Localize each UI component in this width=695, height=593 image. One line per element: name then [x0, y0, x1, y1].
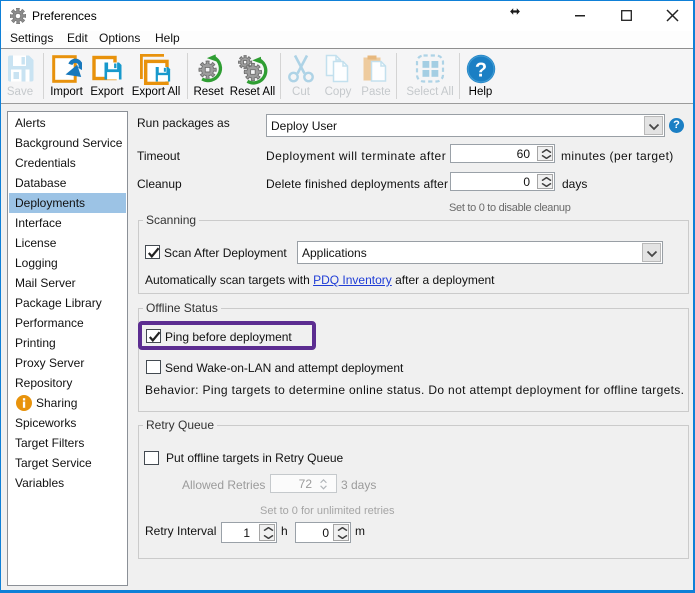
svg-text:?: ?: [474, 60, 486, 82]
